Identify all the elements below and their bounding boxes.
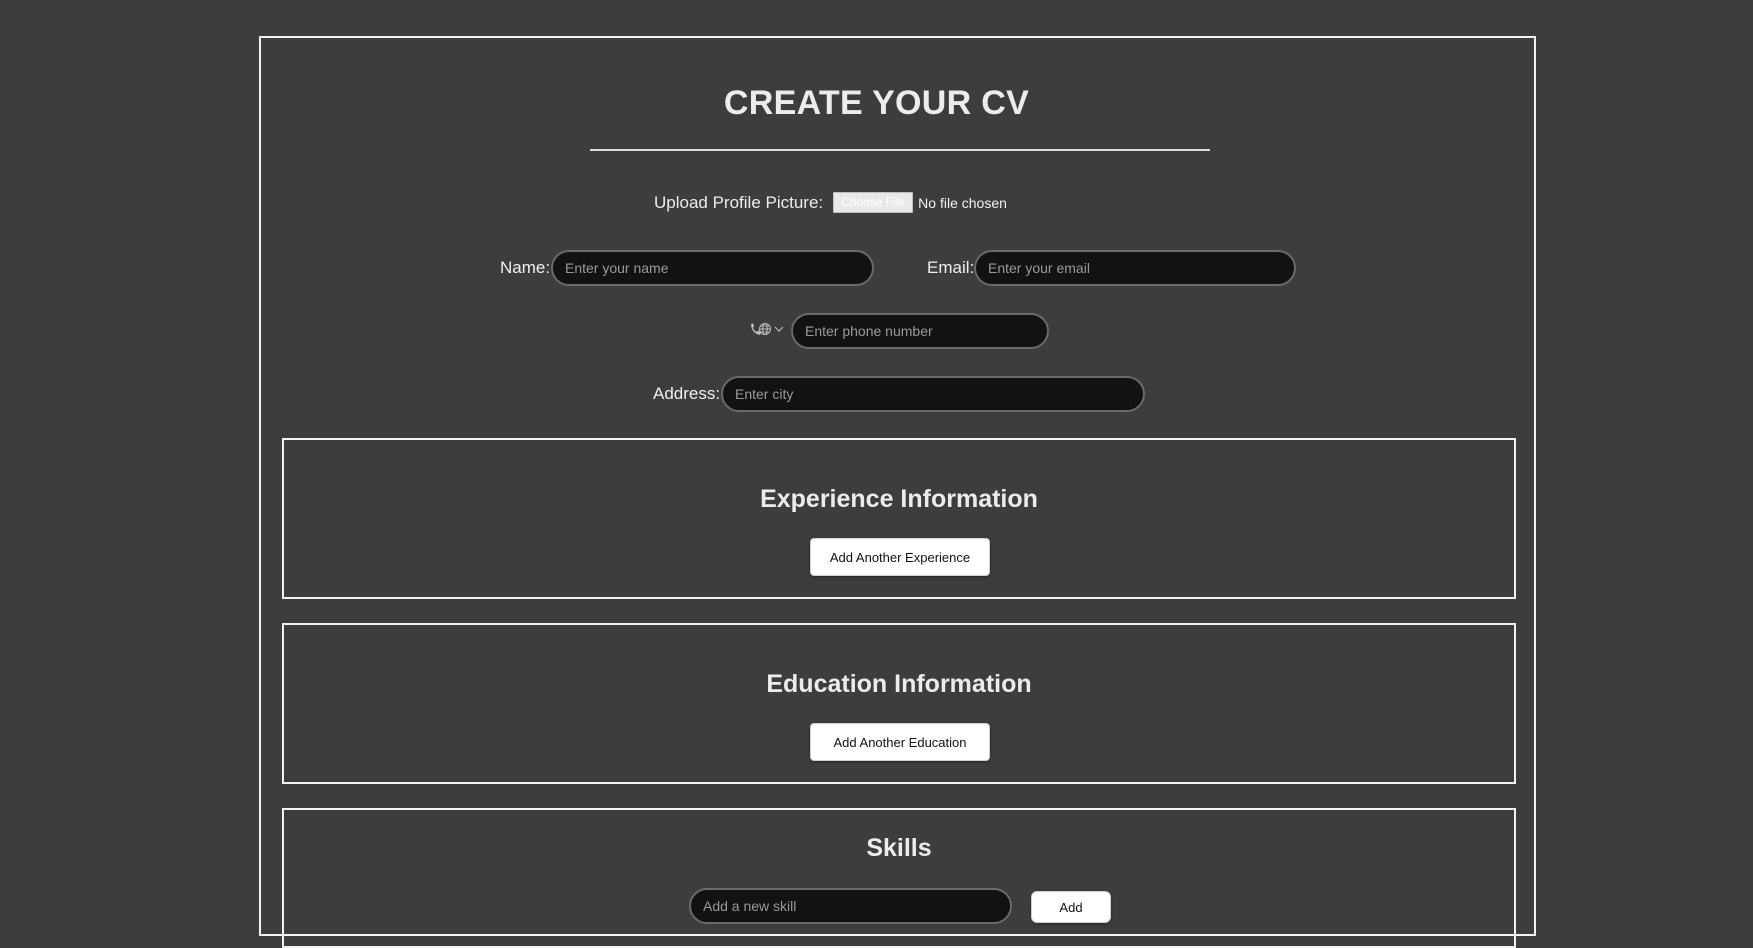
add-education-button[interactable]: Add Another Education — [810, 723, 990, 761]
email-label: Email: — [927, 258, 975, 277]
education-title: Education Information — [766, 670, 1032, 698]
chevron-down-icon — [774, 326, 784, 332]
phone-input[interactable] — [791, 313, 1049, 349]
title-divider — [590, 149, 1210, 151]
page-title: CREATE YOUR CV — [723, 84, 1030, 122]
name-input[interactable] — [551, 250, 874, 286]
skills-title: Skills — [866, 834, 932, 862]
experience-section: Experience Information Add Another Exper… — [282, 438, 1516, 599]
upload-profile-row: Upload Profile Picture: Choose File No f… — [654, 192, 1007, 213]
education-section: Education Information Add Another Educat… — [282, 623, 1516, 784]
phone-globe-icon — [751, 323, 771, 335]
add-skill-button[interactable]: Add — [1031, 891, 1111, 923]
add-experience-button[interactable]: Add Another Experience — [810, 538, 990, 576]
file-status-text: No file chosen — [918, 194, 1007, 211]
address-input[interactable] — [721, 376, 1145, 412]
skills-section: Skills Add — [282, 808, 1516, 948]
choose-file-button[interactable]: Choose File — [833, 192, 914, 213]
skill-input[interactable] — [689, 888, 1012, 924]
upload-profile-label: Upload Profile Picture: — [654, 192, 824, 212]
experience-title: Experience Information — [760, 485, 1038, 513]
address-label: Address: — [653, 384, 721, 403]
email-input[interactable] — [974, 250, 1296, 286]
phone-country-selector[interactable] — [748, 321, 784, 337]
name-label: Name: — [500, 258, 551, 277]
